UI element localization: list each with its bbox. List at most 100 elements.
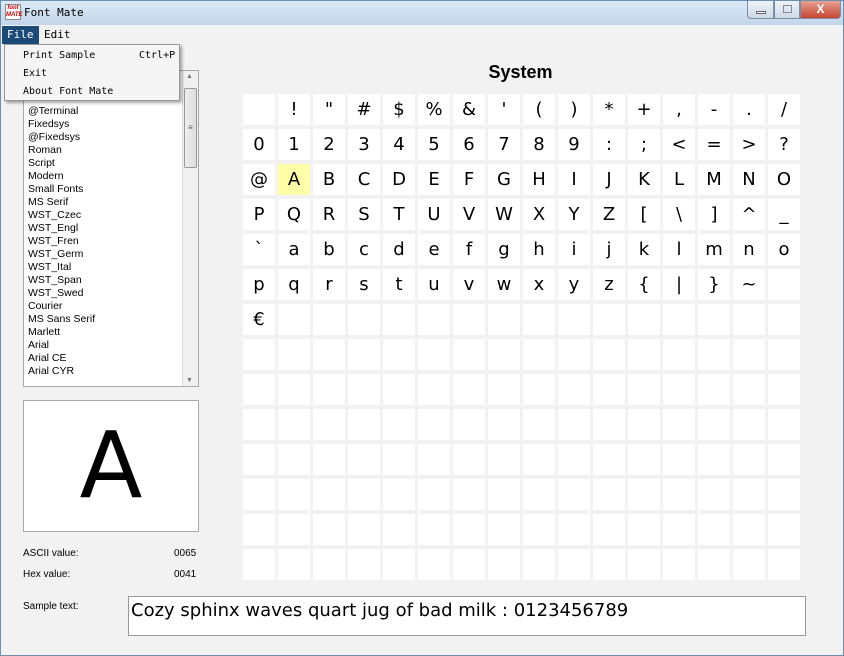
char-cell[interactable]: % (418, 94, 450, 125)
char-cell[interactable] (348, 304, 380, 335)
menu-item-about[interactable]: About Font Mate (23, 86, 113, 102)
char-cell[interactable] (453, 409, 485, 440)
char-cell[interactable]: ` (243, 234, 275, 265)
char-cell[interactable]: , (663, 94, 695, 125)
char-cell[interactable] (453, 374, 485, 405)
char-cell[interactable] (243, 549, 275, 580)
char-cell[interactable]: $ (383, 94, 415, 125)
char-cell[interactable] (488, 444, 520, 475)
char-cell[interactable] (768, 549, 800, 580)
scroll-up-icon[interactable]: ▲ (186, 73, 193, 80)
char-cell[interactable] (558, 304, 590, 335)
char-cell[interactable] (278, 479, 310, 510)
char-cell[interactable]: 4 (383, 129, 415, 160)
char-cell[interactable] (488, 374, 520, 405)
char-cell[interactable] (768, 374, 800, 405)
char-cell[interactable]: o (768, 234, 800, 265)
menu-item-print-sample[interactable]: Print Sample Ctrl+P (23, 50, 175, 66)
char-cell[interactable] (663, 444, 695, 475)
char-cell[interactable]: D (383, 164, 415, 195)
char-cell[interactable]: q (278, 269, 310, 300)
char-cell[interactable] (453, 304, 485, 335)
char-cell[interactable]: P (243, 199, 275, 230)
char-cell[interactable] (523, 514, 555, 545)
char-cell[interactable] (733, 549, 765, 580)
minimize-button[interactable] (747, 1, 774, 19)
char-cell[interactable] (278, 409, 310, 440)
char-cell[interactable]: ^ (733, 199, 765, 230)
char-cell[interactable]: @ (243, 164, 275, 195)
char-cell[interactable] (593, 374, 625, 405)
char-cell[interactable]: | (663, 269, 695, 300)
char-cell[interactable] (593, 339, 625, 370)
char-cell[interactable] (313, 339, 345, 370)
char-cell[interactable] (558, 479, 590, 510)
char-cell[interactable]: U (418, 199, 450, 230)
char-cell[interactable]: H (523, 164, 555, 195)
char-cell[interactable]: Q (278, 199, 310, 230)
char-cell[interactable] (383, 304, 415, 335)
char-cell[interactable] (698, 374, 730, 405)
char-cell[interactable] (243, 479, 275, 510)
char-cell[interactable] (383, 374, 415, 405)
char-cell[interactable] (698, 479, 730, 510)
maximize-button[interactable] (774, 1, 800, 19)
char-cell[interactable]: ? (768, 129, 800, 160)
char-cell[interactable]: * (593, 94, 625, 125)
char-cell[interactable]: u (418, 269, 450, 300)
char-cell[interactable]: . (733, 94, 765, 125)
char-cell[interactable] (628, 549, 660, 580)
char-cell[interactable]: ) (558, 94, 590, 125)
char-cell[interactable]: a (278, 234, 310, 265)
sample-text-input[interactable]: Cozy sphinx waves quart jug of bad milk … (128, 596, 806, 636)
font-list-item[interactable]: Arial (28, 339, 95, 352)
char-cell[interactable] (418, 444, 450, 475)
char-cell[interactable] (628, 339, 660, 370)
font-list-item[interactable]: WST_Czec (28, 209, 95, 222)
char-cell[interactable] (628, 514, 660, 545)
char-cell[interactable] (663, 409, 695, 440)
char-cell[interactable] (453, 549, 485, 580)
char-cell[interactable] (383, 444, 415, 475)
char-cell[interactable]: W (488, 199, 520, 230)
scroll-down-icon[interactable]: ▼ (186, 377, 193, 384)
char-cell[interactable]: 0 (243, 129, 275, 160)
char-cell[interactable]: B (313, 164, 345, 195)
char-cell[interactable] (523, 304, 555, 335)
char-cell[interactable] (523, 374, 555, 405)
char-cell[interactable] (698, 409, 730, 440)
char-cell[interactable] (628, 479, 660, 510)
char-cell[interactable]: c (348, 234, 380, 265)
char-cell[interactable]: 2 (313, 129, 345, 160)
char-cell[interactable] (243, 374, 275, 405)
font-list-item[interactable]: WST_Germ (28, 248, 95, 261)
char-cell[interactable]: ! (278, 94, 310, 125)
char-cell[interactable] (453, 444, 485, 475)
char-cell[interactable] (348, 549, 380, 580)
char-cell[interactable] (558, 514, 590, 545)
char-cell[interactable]: t (383, 269, 415, 300)
char-cell[interactable]: 6 (453, 129, 485, 160)
font-list-item[interactable]: @Fixedsys (28, 131, 95, 144)
char-cell[interactable]: } (698, 269, 730, 300)
char-cell[interactable]: 9 (558, 129, 590, 160)
menu-item-exit[interactable]: Exit (23, 68, 47, 84)
char-cell[interactable] (418, 479, 450, 510)
char-cell[interactable] (698, 304, 730, 335)
char-cell[interactable]: L (663, 164, 695, 195)
char-cell[interactable] (698, 549, 730, 580)
char-cell[interactable]: = (698, 129, 730, 160)
char-cell[interactable]: S (348, 199, 380, 230)
char-cell[interactable]: F (453, 164, 485, 195)
font-list-item[interactable]: @Terminal (28, 105, 95, 118)
char-cell[interactable]: f (453, 234, 485, 265)
char-cell[interactable] (768, 269, 800, 300)
char-cell[interactable]: ; (628, 129, 660, 160)
char-cell[interactable]: < (663, 129, 695, 160)
char-cell[interactable] (488, 549, 520, 580)
font-list-item[interactable]: Arial CYR (28, 365, 95, 378)
char-cell[interactable] (348, 374, 380, 405)
char-cell[interactable]: ] (698, 199, 730, 230)
char-cell[interactable] (558, 444, 590, 475)
font-list-item[interactable]: Small Fonts (28, 183, 95, 196)
